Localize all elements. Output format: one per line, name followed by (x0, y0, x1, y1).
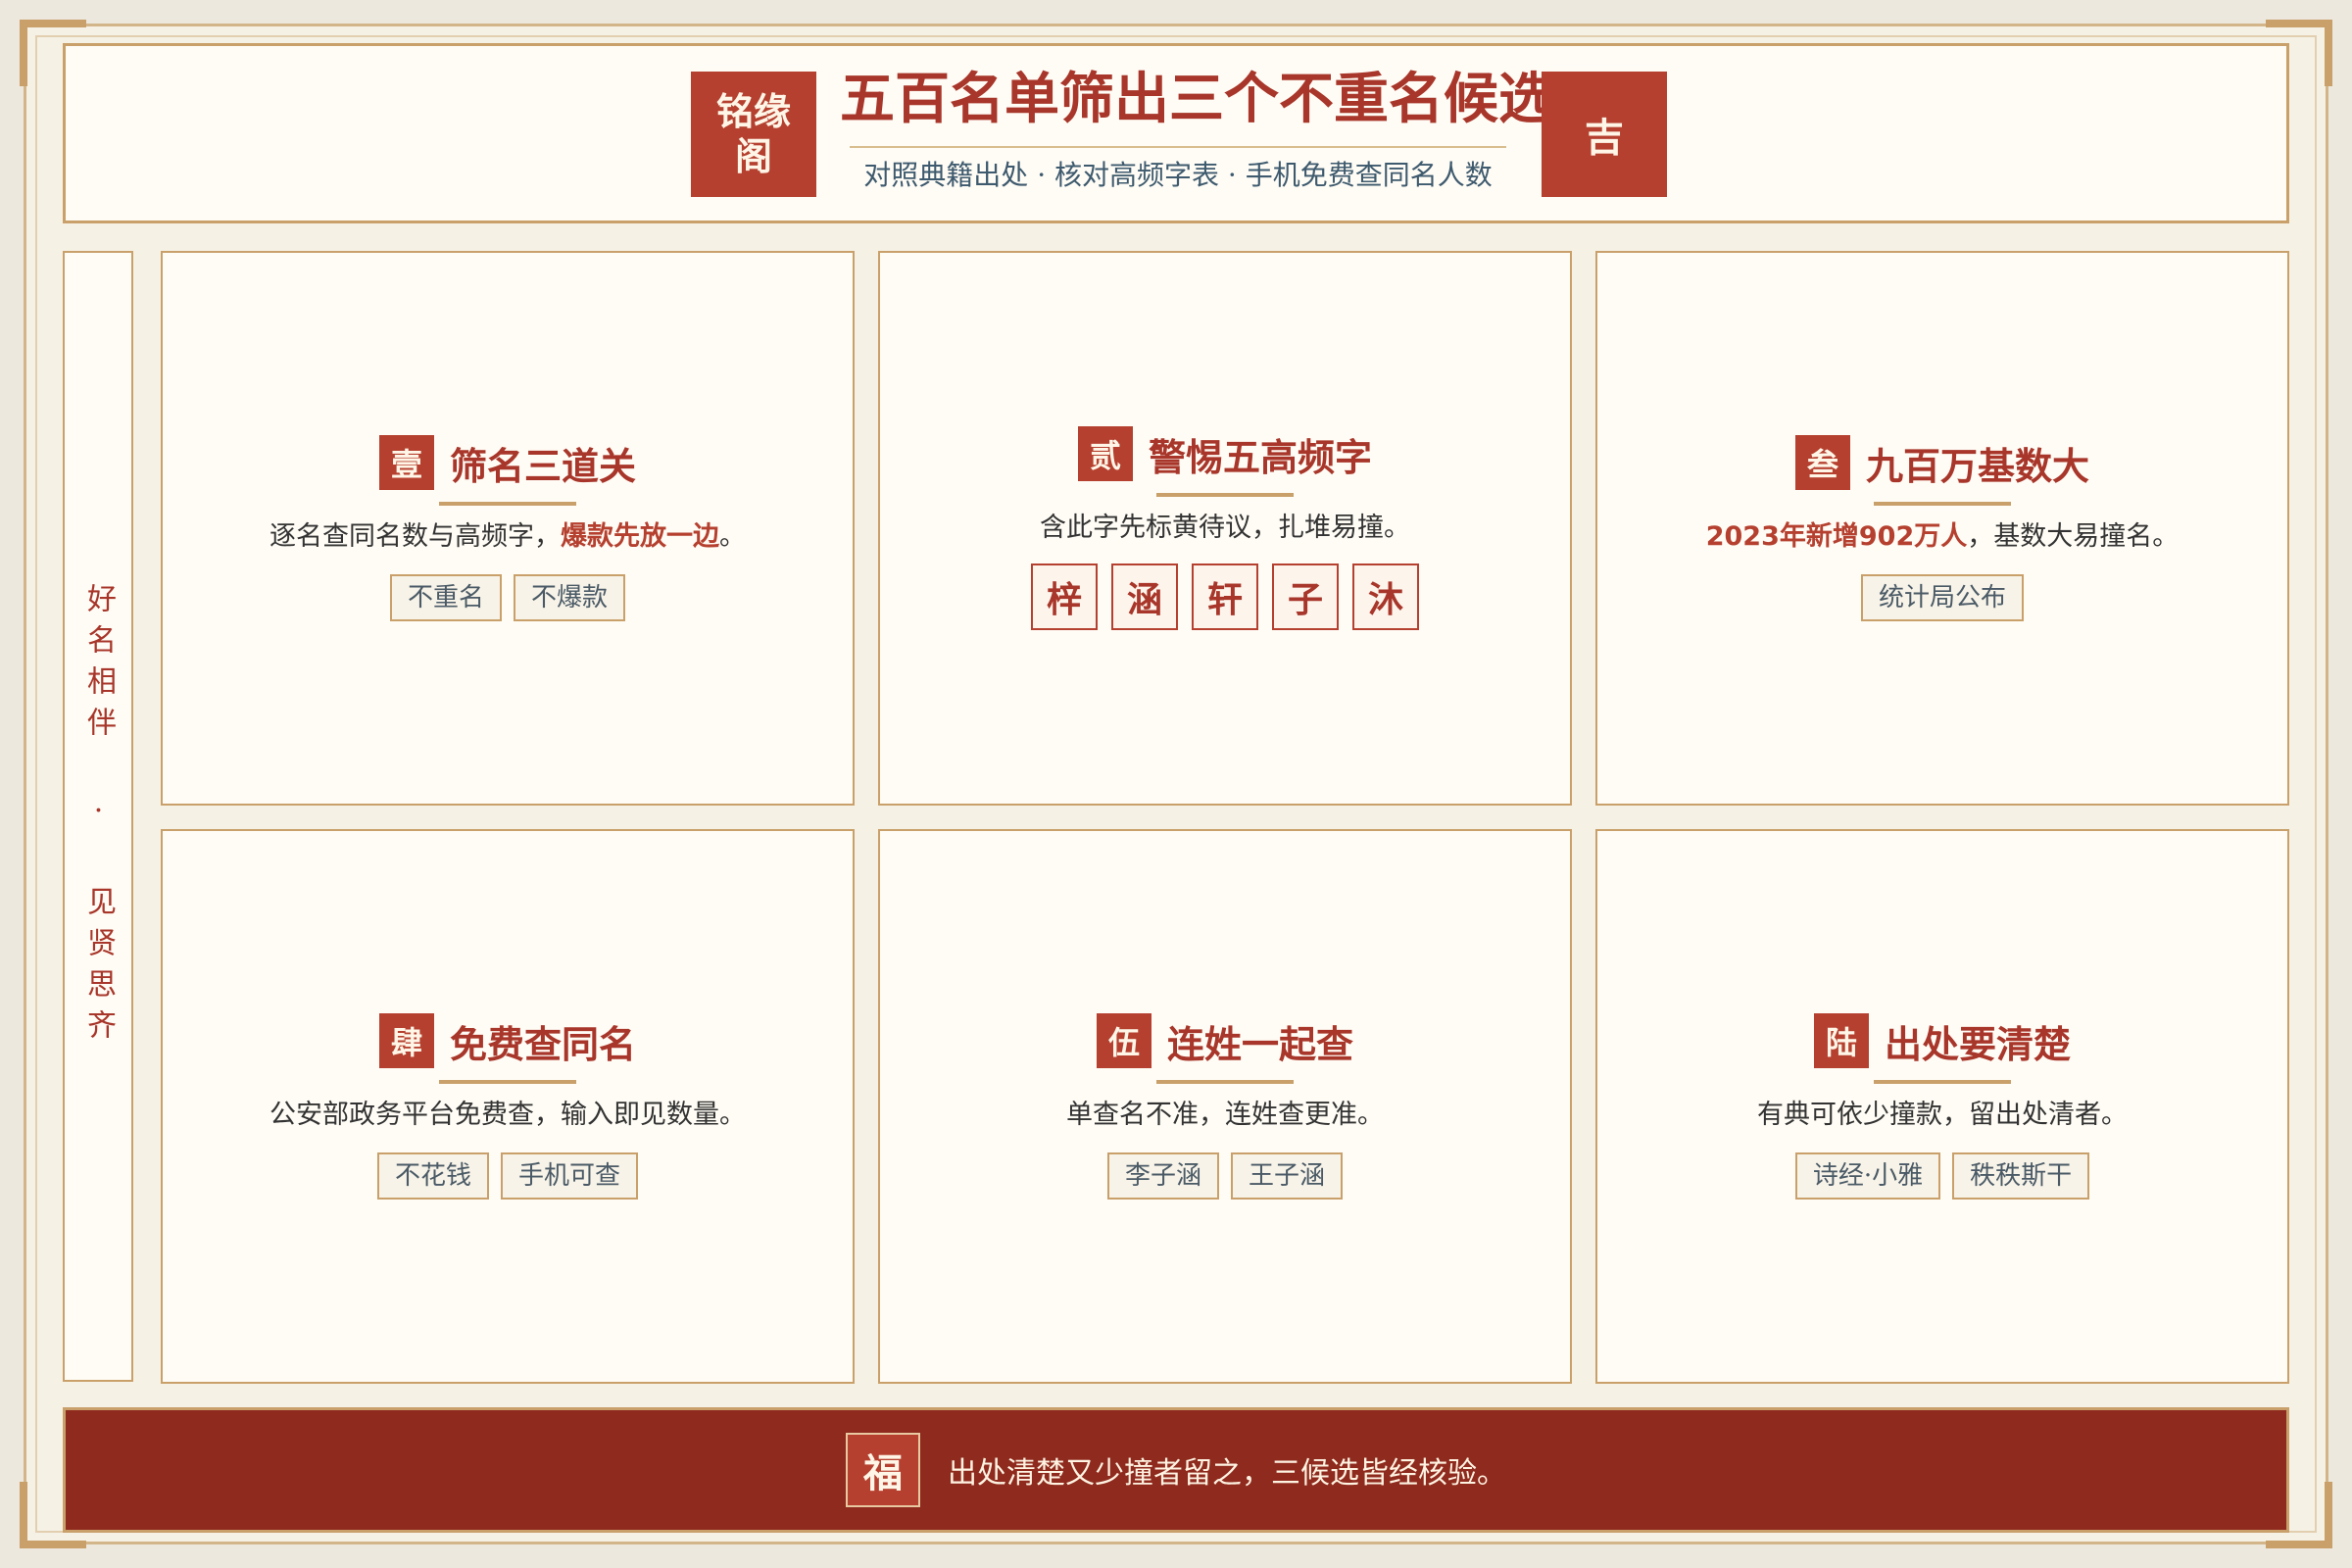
card-description-end: 。 (719, 521, 746, 552)
card-classic-source: 陆 出处要清楚 有典可依少撞款，留出处清者。 诗经·小雅 秩秩斯干 (1595, 829, 2289, 1384)
card-number-badge: 伍 (1096, 1013, 1152, 1068)
card-divider (439, 1080, 576, 1084)
card-surname-lookup: 伍 连姓一起查 单查名不准，连姓查更准。 李子涵 王子涵 (878, 829, 1572, 1384)
card-population-base: 叁 九百万基数大 2023年新增902万人，基数大易撞名。 统计局公布 (1595, 251, 2289, 806)
card-divider (1156, 1080, 1294, 1084)
header: 铭缘阁 五百名单筛出三个不重名候选 对照典籍出处 · 核对高频字表 · 手机免费… (63, 43, 2289, 223)
char-box: 梓 (1031, 564, 1098, 630)
char-box: 子 (1272, 564, 1339, 630)
footer-text: 出处清楚又少撞者留之，三候选皆经核验。 (948, 1456, 1506, 1491)
card-title: 九百万基数大 (1865, 444, 2089, 488)
tag: 手机可查 (501, 1152, 639, 1200)
card-description: 含此字先标黄待议，扎堆易撞。 (1040, 513, 1410, 543)
card-description: 公安部政务平台免费查，输入即见数量。 (270, 1100, 746, 1130)
card-description: 逐名查同名数与高频字，爆款先放一边。 (270, 519, 746, 555)
card-high-frequency-chars: 贰 警惕五高频字 含此字先标黄待议，扎堆易撞。 梓 涵 轩 子 沐 (878, 251, 1572, 806)
card-highlight: 爆款先放一边 (561, 521, 719, 552)
side-banner-text: 好名相伴 · 见贤思齐 (81, 582, 116, 1051)
card-number-badge: 肆 (378, 1013, 434, 1068)
card-header: 叁 九百万基数大 (1794, 435, 2089, 490)
tag: 不爆款 (514, 574, 626, 621)
card-title: 出处要清楚 (1884, 1022, 2071, 1066)
tag: 不花钱 (376, 1152, 489, 1200)
card-title: 筛名三道关 (449, 444, 636, 488)
tag-list: 李子涵 王子涵 (1102, 1152, 1348, 1200)
page-subtitle: 对照典籍出处 · 核对高频字表 · 手机免费查同名人数 (863, 159, 1493, 191)
tag-list: 诗经·小雅 秩秩斯干 (1789, 1152, 2095, 1200)
char-box: 涵 (1111, 564, 1178, 630)
card-header: 壹 筛名三道关 (378, 435, 636, 490)
footer-banner: 福 出处清楚又少撞者留之，三候选皆经核验。 (63, 1407, 2289, 1533)
fu-seal-stamp: 福 (846, 1433, 920, 1507)
card-divider (1874, 1080, 2011, 1084)
card-title: 警惕五高频字 (1148, 435, 1372, 479)
card-description: 2023年新增902万人，基数大易撞名。 (1706, 519, 2180, 555)
tag: 王子涵 (1231, 1152, 1344, 1200)
card-description: 单查名不准，连姓查更准。 (1066, 1100, 1384, 1130)
card-header: 肆 免费查同名 (378, 1013, 636, 1068)
tag-list: 统计局公布 (1855, 574, 2030, 621)
card-divider (1156, 493, 1294, 497)
tag-list: 不重名 不爆款 (384, 574, 631, 621)
card-description-text: 逐名查同名数与高频字， (270, 521, 561, 552)
card-number-badge: 壹 (378, 435, 434, 490)
char-box: 轩 (1192, 564, 1258, 630)
char-box: 沐 (1352, 564, 1419, 630)
side-banner: 好名相伴 · 见贤思齐 (63, 251, 133, 1382)
card-number-badge: 叁 (1794, 435, 1850, 490)
tag: 诗经·小雅 (1794, 1152, 1941, 1200)
ji-seal-stamp: 吉 (1542, 72, 1667, 197)
title-divider (850, 146, 1506, 148)
card-divider (439, 502, 576, 506)
card-header: 伍 连姓一起查 (1096, 1013, 1353, 1068)
card-highlight: 2023年新增902万人 (1705, 521, 1968, 552)
card-free-lookup: 肆 免费查同名 公安部政务平台免费查，输入即见数量。 不花钱 手机可查 (161, 829, 855, 1384)
card-title: 免费查同名 (449, 1022, 636, 1066)
card-header: 陆 出处要清楚 (1813, 1013, 2071, 1068)
card-description: 有典可依少撞款，留出处清者。 (1757, 1100, 2128, 1130)
card-number-badge: 陆 (1813, 1013, 1869, 1068)
tag-list: 不花钱 手机可查 (371, 1152, 644, 1200)
tag: 不重名 (389, 574, 502, 621)
card-screening-rules: 壹 筛名三道关 逐名查同名数与高频字，爆款先放一边。 不重名 不爆款 (161, 251, 855, 806)
card-divider (1874, 502, 2011, 506)
card-header: 贰 警惕五高频字 (1077, 426, 1372, 481)
high-frequency-char-list: 梓 涵 轩 子 沐 (1024, 564, 1426, 630)
card-title: 连姓一起查 (1166, 1022, 1353, 1066)
tag: 统计局公布 (1860, 574, 2024, 621)
tag: 李子涵 (1106, 1152, 1219, 1200)
card-number-badge: 贰 (1077, 426, 1133, 481)
card-description-text: ，基数大易撞名。 (1967, 521, 2180, 552)
page-title: 五百名单筛出三个不重名候选 (840, 68, 1553, 131)
tag: 秩秩斯干 (1952, 1152, 2090, 1200)
brand-logo-stamp: 铭缘阁 (691, 72, 816, 197)
